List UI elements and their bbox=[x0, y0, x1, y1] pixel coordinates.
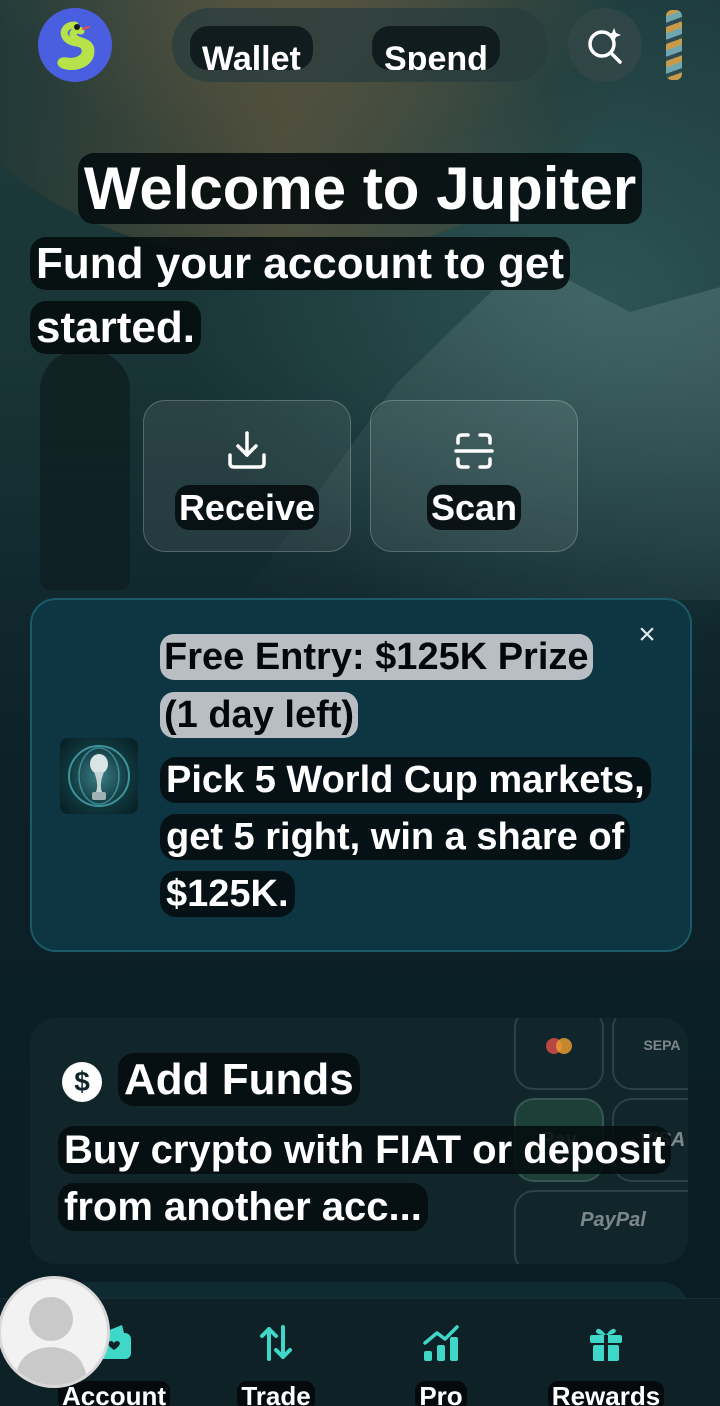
add-funds-card[interactable]: SEPA Pay VISA PayPal $ Add Funds Buy cry… bbox=[30, 1018, 688, 1264]
floating-profile-bubble[interactable] bbox=[0, 1276, 110, 1388]
sparkle-search-icon bbox=[588, 28, 622, 64]
chart-icon bbox=[423, 1325, 459, 1361]
promo-card[interactable]: × Free Entry: $125K Prize (1 day left) P… bbox=[30, 598, 692, 952]
tab-wallet[interactable]: Wallet bbox=[190, 26, 313, 70]
sepa-icon: SEPA bbox=[612, 1018, 688, 1090]
welcome-title: Welcome to Jupiter bbox=[0, 150, 720, 228]
dollar-icon: $ bbox=[62, 1062, 102, 1102]
promo-title: Free Entry: $125K Prize (1 day left) bbox=[160, 628, 600, 744]
bottom-navigation: Account Trade Pro Rewards bbox=[0, 1298, 720, 1406]
nav-rewards-label: Rewards bbox=[526, 1379, 686, 1406]
scan-button[interactable]: Scan bbox=[370, 400, 578, 552]
welcome-title-text: Welcome to Jupiter bbox=[77, 153, 643, 224]
nav-pro[interactable]: Pro bbox=[361, 1299, 521, 1406]
welcome-subtitle: Fund your account to get started. bbox=[30, 232, 630, 360]
scan-label: Scan bbox=[371, 483, 577, 533]
app-screen: Wallet Spend Welcome to Jupiter Fund you… bbox=[0, 0, 720, 1406]
add-funds-description: Buy crypto with FIAT or deposit from ano… bbox=[58, 1122, 678, 1236]
receive-button[interactable]: Receive bbox=[143, 400, 351, 552]
wallet-spend-switcher: Wallet Spend bbox=[172, 8, 548, 82]
welcome-subtitle-text: Fund your account to get started. bbox=[30, 237, 570, 354]
download-icon bbox=[228, 431, 266, 469]
astronaut-silhouette bbox=[40, 350, 130, 590]
nav-rewards[interactable]: Rewards bbox=[526, 1299, 686, 1406]
edge-thumbnail[interactable] bbox=[666, 10, 682, 80]
promo-description: Pick 5 World Cup markets, get 5 right, w… bbox=[160, 752, 651, 923]
add-funds-title: Add Funds bbox=[118, 1048, 518, 1112]
trophy-icon bbox=[60, 738, 138, 814]
receive-label: Receive bbox=[144, 483, 350, 533]
close-icon[interactable]: × bbox=[632, 620, 662, 650]
tab-spend[interactable]: Spend bbox=[372, 26, 500, 70]
user-silhouette-icon bbox=[15, 1297, 87, 1385]
profile-avatar-button[interactable] bbox=[38, 8, 112, 82]
nav-trade-label: Trade bbox=[196, 1379, 356, 1406]
search-button[interactable] bbox=[568, 8, 642, 82]
scan-icon bbox=[454, 433, 494, 469]
swap-arrows-icon bbox=[260, 1325, 292, 1361]
nav-pro-label: Pro bbox=[361, 1379, 521, 1406]
snake-icon bbox=[57, 21, 95, 70]
nav-trade[interactable]: Trade bbox=[196, 1299, 356, 1406]
gift-icon bbox=[590, 1328, 622, 1361]
mastercard-icon bbox=[514, 1018, 604, 1090]
